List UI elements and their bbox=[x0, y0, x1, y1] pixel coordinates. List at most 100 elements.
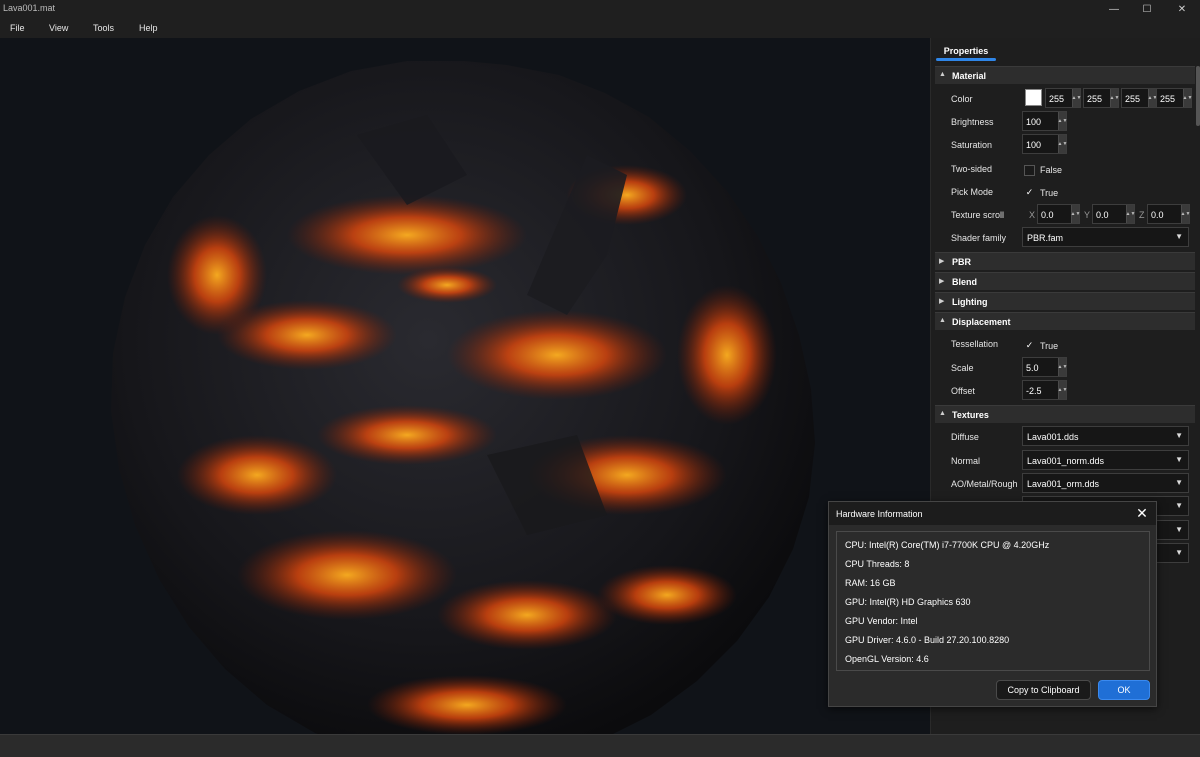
two-sided-label: Two-sided bbox=[951, 164, 993, 174]
tessellation-checkbox[interactable]: ✓ bbox=[1024, 340, 1035, 351]
diffuse-dropdown[interactable]: Lava001.dds ▼ bbox=[1022, 426, 1189, 446]
copy-to-clipboard-button[interactable]: Copy to Clipboard bbox=[996, 680, 1091, 700]
section-label: PBR bbox=[952, 257, 972, 267]
color-a-spinbox[interactable]: 255 ▲▼ bbox=[1156, 88, 1192, 108]
spin-value: 0.0 bbox=[1151, 210, 1164, 220]
info-line: GPU Driver: 4.6.0 - Build 27.20.100.8280 bbox=[845, 635, 1010, 645]
section-displacement[interactable]: ▲ Displacement bbox=[935, 312, 1195, 330]
aomr-label: AO/Metal/Rough bbox=[951, 479, 1018, 489]
section-pbr[interactable]: ▶ PBR bbox=[935, 252, 1195, 270]
menu-file[interactable]: File bbox=[10, 23, 25, 33]
color-label: Color bbox=[951, 94, 973, 104]
spin-arrows-icon[interactable]: ▲▼ bbox=[1183, 89, 1192, 107]
info-line: GPU Vendor: Intel bbox=[845, 616, 918, 626]
close-icon: ✕ bbox=[1177, 3, 1187, 15]
spin-arrows-icon[interactable]: ▲▼ bbox=[1058, 112, 1067, 130]
spin-arrows-icon[interactable]: ▲▼ bbox=[1058, 135, 1067, 153]
tessellation-label: Tessellation bbox=[951, 339, 999, 349]
spin-arrows-icon[interactable]: ▲▼ bbox=[1058, 358, 1067, 376]
two-sided-value: False bbox=[1040, 165, 1063, 175]
pick-mode-label: Pick Mode bbox=[951, 187, 994, 197]
section-lighting[interactable]: ▶ Lighting bbox=[935, 292, 1195, 310]
pick-mode-checkbox[interactable]: ✓ bbox=[1024, 187, 1035, 198]
status-bar bbox=[0, 734, 1200, 757]
hardware-info-box: CPU: Intel(R) Core(TM) i7-7700K CPU @ 4.… bbox=[836, 531, 1150, 671]
brightness-label: Brightness bbox=[951, 117, 994, 127]
minimize-button[interactable]: — bbox=[1096, 0, 1132, 18]
collapse-arrow-icon: ▲ bbox=[939, 317, 946, 324]
offset-label: Offset bbox=[951, 386, 975, 396]
spin-arrows-icon[interactable]: ▲▼ bbox=[1148, 89, 1157, 107]
spin-value: 255 bbox=[1049, 94, 1065, 104]
dialog-title: Hardware Information bbox=[836, 509, 923, 519]
minimize-icon: — bbox=[1109, 3, 1119, 15]
checkmark-icon: ✓ bbox=[1025, 340, 1034, 350]
spin-arrows-icon[interactable]: ▲▼ bbox=[1181, 205, 1190, 223]
spin-arrows-icon[interactable]: ▲▼ bbox=[1072, 89, 1081, 107]
saturation-label: Saturation bbox=[951, 140, 993, 150]
section-textures[interactable]: ▲ Textures bbox=[935, 405, 1195, 423]
close-icon[interactable]: ✕ bbox=[1134, 505, 1150, 522]
checkmark-icon: ✓ bbox=[1025, 187, 1034, 197]
offset-spinbox[interactable]: -2.5 ▲▼ bbox=[1022, 380, 1067, 400]
spin-value: 0.0 bbox=[1041, 210, 1054, 220]
aomr-dropdown[interactable]: Lava001_orm.dds ▼ bbox=[1022, 473, 1189, 493]
spin-arrows-icon[interactable]: ▲▼ bbox=[1071, 205, 1080, 223]
shader-family-dropdown[interactable]: PBR.fam ▼ bbox=[1022, 227, 1189, 247]
spin-value: 255 bbox=[1125, 94, 1141, 104]
material-viewport[interactable] bbox=[0, 38, 931, 734]
dropdown-value: PBR.fam bbox=[1027, 233, 1064, 243]
chevron-down-icon: ▼ bbox=[1175, 525, 1183, 534]
collapse-arrow-icon: ▲ bbox=[939, 410, 946, 417]
axis-x-label: X bbox=[1029, 210, 1036, 220]
spin-arrows-icon[interactable]: ▲▼ bbox=[1126, 205, 1135, 223]
info-line: CPU Threads: 8 bbox=[845, 559, 910, 569]
scale-spinbox[interactable]: 5.0 ▲▼ bbox=[1022, 357, 1067, 377]
menu-tools[interactable]: Tools bbox=[93, 23, 114, 33]
color-r-spinbox[interactable]: 255 ▲▼ bbox=[1045, 88, 1081, 108]
brightness-spinbox[interactable]: 100 ▲▼ bbox=[1022, 111, 1067, 131]
expand-arrow-icon: ▶ bbox=[939, 258, 945, 265]
section-label: Textures bbox=[952, 410, 989, 420]
pick-mode-value: True bbox=[1040, 188, 1059, 198]
section-blend[interactable]: ▶ Blend bbox=[935, 272, 1195, 290]
section-label: Material bbox=[952, 71, 987, 81]
spin-value: 255 bbox=[1087, 94, 1103, 104]
axis-y-label: Y bbox=[1084, 210, 1091, 220]
color-swatch[interactable] bbox=[1025, 89, 1042, 106]
info-line: GPU: Intel(R) HD Graphics 630 bbox=[845, 597, 971, 607]
scroll-z-spinbox[interactable]: 0.0 ▲▼ bbox=[1147, 204, 1190, 224]
spin-arrows-icon[interactable]: ▲▼ bbox=[1058, 381, 1067, 399]
color-g-spinbox[interactable]: 255 ▲▼ bbox=[1083, 88, 1119, 108]
spin-value: 255 bbox=[1160, 94, 1176, 104]
menu-help[interactable]: Help bbox=[139, 23, 158, 33]
lava-sphere-preview bbox=[111, 61, 815, 734]
dropdown-value: Lava001_norm.dds bbox=[1027, 456, 1105, 466]
close-window-button[interactable]: ✕ bbox=[1164, 0, 1200, 18]
section-material[interactable]: ▲ Material bbox=[935, 66, 1195, 84]
spin-arrows-icon[interactable]: ▲▼ bbox=[1110, 89, 1119, 107]
panel-scrollbar[interactable] bbox=[1196, 66, 1200, 126]
info-line: CPU: Intel(R) Core(TM) i7-7700K CPU @ 4.… bbox=[845, 540, 1050, 550]
spin-value: 0.0 bbox=[1096, 210, 1109, 220]
texture-scroll-label: Texture scroll bbox=[951, 210, 1005, 220]
chevron-down-icon: ▼ bbox=[1175, 548, 1183, 557]
spin-value: 5.0 bbox=[1026, 363, 1039, 373]
menu-view[interactable]: View bbox=[49, 23, 68, 33]
scroll-x-spinbox[interactable]: 0.0 ▲▼ bbox=[1037, 204, 1080, 224]
scroll-y-spinbox[interactable]: 0.0 ▲▼ bbox=[1092, 204, 1135, 224]
info-line: RAM: 16 GB bbox=[845, 578, 896, 588]
maximize-icon: ☐ bbox=[1142, 3, 1152, 15]
tessellation-value: True bbox=[1040, 341, 1059, 351]
dropdown-value: Lava001.dds bbox=[1027, 432, 1079, 442]
normal-label: Normal bbox=[951, 456, 981, 466]
spin-value: -2.5 bbox=[1026, 386, 1042, 396]
info-line: OpenGL Version: 4.6 bbox=[845, 654, 929, 664]
ok-button[interactable]: OK bbox=[1098, 680, 1150, 700]
two-sided-checkbox[interactable] bbox=[1024, 165, 1035, 176]
color-b-spinbox[interactable]: 255 ▲▼ bbox=[1121, 88, 1157, 108]
normal-dropdown[interactable]: Lava001_norm.dds ▼ bbox=[1022, 450, 1189, 470]
maximize-button[interactable]: ☐ bbox=[1129, 0, 1165, 18]
scale-label: Scale bbox=[951, 363, 974, 373]
saturation-spinbox[interactable]: 100 ▲▼ bbox=[1022, 134, 1067, 154]
